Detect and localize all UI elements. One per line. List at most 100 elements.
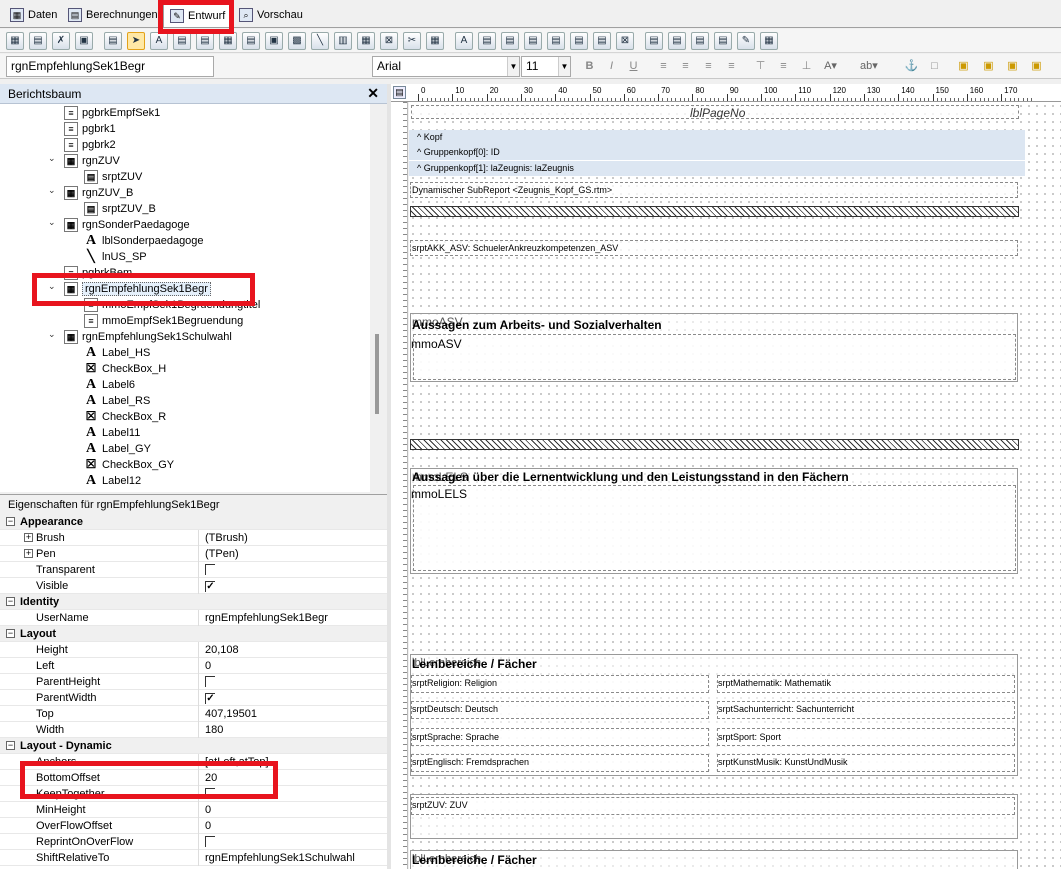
property-row[interactable]: OverFlowOffset 0: [0, 818, 387, 834]
property-value[interactable]: 20,108: [205, 644, 239, 656]
tree-item[interactable]: ≡ mmoEmpfSek1Begruendungtitel: [84, 297, 260, 313]
chevron-down-icon[interactable]: ⌄: [48, 217, 58, 228]
subreport-mathematik[interactable]: srptMathematik: Mathematik: [717, 675, 1015, 693]
property-category[interactable]: − Identity: [0, 594, 387, 610]
property-category[interactable]: − Layout: [0, 626, 387, 642]
align-right-button[interactable]: ≡: [700, 58, 717, 75]
tree-item[interactable]: A Label12: [84, 473, 141, 489]
tree-item[interactable]: ≡ mmoEmpfSek1Begruendung: [84, 313, 243, 329]
page-break-bar[interactable]: [410, 439, 1019, 450]
subreport-deutsch[interactable]: srptDeutsch: Deutsch: [411, 701, 709, 719]
property-value[interactable]: 0: [205, 804, 211, 816]
collapse-icon[interactable]: −: [6, 517, 15, 526]
property-value[interactable]: 407,19501: [205, 708, 257, 720]
region-icon[interactable]: ▤: [547, 32, 565, 50]
border-button[interactable]: □: [926, 58, 943, 75]
property-row[interactable]: + Pen (TPen): [0, 546, 387, 562]
variable-icon[interactable]: ▤: [714, 32, 732, 50]
checked-icon[interactable]: ✓: [205, 693, 215, 704]
subreport-religion[interactable]: srptReligion: Religion: [411, 675, 709, 693]
page-break-bar[interactable]: [410, 206, 1019, 217]
align-left-button[interactable]: ≡: [655, 58, 672, 75]
subreport-sprache[interactable]: srptSprache: Sprache: [411, 728, 709, 746]
print-icon[interactable]: ▤: [29, 32, 47, 50]
align-center-button[interactable]: ≡: [677, 58, 694, 75]
design-canvas[interactable]: lblPageNo ^ Kopf ^ Gruppenkopf[0]: ID ^ …: [409, 102, 1061, 869]
property-row[interactable]: ShiftRelativeTo rgnEmpfehlungSek1Schulwah…: [0, 850, 387, 866]
subreport-englisch[interactable]: srptEnglisch: Fremdsprachen: [411, 754, 709, 772]
bring-forward-icon[interactable]: ▣: [1004, 58, 1021, 75]
subreport-sport[interactable]: srptSport: Sport: [717, 728, 1015, 746]
subreport-icon[interactable]: ▥: [334, 32, 352, 50]
property-value[interactable]: (TPen): [205, 548, 239, 560]
lernbereich-title[interactable]: Lernbereiche / Fächer: [412, 657, 537, 671]
barcode-icon[interactable]: ▦: [357, 32, 375, 50]
property-value[interactable]: rgnEmpfehlungSek1Schulwahl: [205, 852, 355, 864]
ruler-menu-icon[interactable]: ▤: [393, 86, 406, 99]
property-value[interactable]: ✓: [205, 692, 215, 704]
unchecked-icon[interactable]: [205, 564, 215, 575]
data-icon[interactable]: ▤: [645, 32, 663, 50]
asv-title[interactable]: Aussagen zum Arbeits- und Sozialverhalte…: [412, 318, 662, 332]
component-name-field[interactable]: rgnEmpfehlungSek1Begr: [6, 56, 214, 77]
property-row[interactable]: ParentWidth ✓: [0, 690, 387, 706]
tree-item[interactable]: ▦ rgnSonderPaedagoge: [64, 217, 190, 233]
group-icon[interactable]: ▤: [524, 32, 542, 50]
scroll-thumb[interactable]: [375, 334, 379, 414]
tab-berechnungen[interactable]: ▤ Berechnungen: [62, 4, 164, 26]
property-row[interactable]: UserName rgnEmpfehlungSek1Begr: [0, 610, 387, 626]
collapse-icon[interactable]: −: [6, 741, 15, 750]
region-lels[interactable]: mmoLELS Aussagen über die Lernentwicklun…: [410, 468, 1018, 574]
crosstab-icon[interactable]: ✂: [403, 32, 421, 50]
tree-item[interactable]: A Label_RS: [84, 393, 150, 409]
memo-asv[interactable]: mmoASV: [411, 334, 1016, 380]
property-row[interactable]: ParentHeight: [0, 674, 387, 690]
property-value[interactable]: ✓: [205, 580, 215, 592]
label-icon[interactable]: A: [455, 32, 473, 50]
close-icon[interactable]: ✕: [367, 85, 379, 102]
property-value[interactable]: [205, 788, 215, 802]
unchecked-icon[interactable]: [205, 788, 215, 799]
tree-scrollbar[interactable]: [370, 104, 387, 492]
tree-item[interactable]: ╲ lnUS_SP: [84, 249, 147, 265]
property-row[interactable]: MinHeight 0: [0, 802, 387, 818]
pen-icon[interactable]: ✎: [737, 32, 755, 50]
justify-button[interactable]: ≡: [723, 58, 740, 75]
dbcalc-icon[interactable]: ▤: [691, 32, 709, 50]
tree-item[interactable]: A Label_HS: [84, 345, 150, 361]
align-bottom-button[interactable]: ⊥: [798, 58, 815, 75]
property-row[interactable]: BottomOffset 20: [0, 770, 387, 786]
band-gruppenkopf-0[interactable]: ^ Gruppenkopf[0]: ID: [409, 145, 1025, 160]
font-size-select[interactable]: 11 ▼: [521, 56, 571, 77]
region-lernbereiche-2[interactable]: lblLernbereich Lernbereiche / Fächer: [410, 850, 1018, 869]
underline-button[interactable]: U: [625, 58, 642, 75]
property-row[interactable]: Height 20,108: [0, 642, 387, 658]
property-row[interactable]: ReprintOnOverFlow: [0, 834, 387, 850]
region-asv[interactable]: mmoASV Aussagen zum Arbeits- und Sozialv…: [410, 313, 1018, 382]
tree-item[interactable]: ▦ rgnZUV_B: [64, 185, 133, 201]
paste-icon[interactable]: ▣: [75, 32, 93, 50]
unchecked-icon[interactable]: [205, 676, 215, 687]
bold-button[interactable]: B: [581, 58, 598, 75]
report-tree[interactable]: ≡ pgbrkEmpfSek1 ≡ pgbrk1 ≡ pgbrk2 ⌄ ▦ rgnZUV ▤ srp…: [0, 104, 387, 492]
property-row[interactable]: Top 407,19501: [0, 706, 387, 722]
chevron-down-icon[interactable]: ⌄: [48, 329, 58, 340]
tab-entwurf[interactable]: ✎ Entwurf: [163, 3, 233, 27]
page-icon[interactable]: ▤: [570, 32, 588, 50]
property-row[interactable]: Transparent: [0, 562, 387, 578]
tree-item[interactable]: ▦ rgnZUV: [64, 153, 120, 169]
chevron-down-icon[interactable]: ⌄: [48, 185, 58, 196]
band-gruppenkopf-1[interactable]: ^ Gruppenkopf[1]: laZeugnis: laZeugnis: [409, 161, 1025, 176]
property-value[interactable]: 0: [205, 660, 211, 672]
tree-item[interactable]: ☒ CheckBox_H: [84, 361, 166, 377]
property-value[interactable]: 0: [205, 820, 211, 832]
cut-icon[interactable]: ✗: [52, 32, 70, 50]
tree-item[interactable]: ▦ rgnEmpfehlungSek1Schulwahl: [64, 329, 232, 345]
region-lernbereiche[interactable]: lblLernbereich Lernbereiche / Fächer srp…: [410, 654, 1018, 776]
tree-item[interactable]: ▦ rgnEmpfehlungSek1Begr: [64, 281, 211, 297]
property-value[interactable]: 20: [205, 772, 217, 784]
line-icon[interactable]: ╲: [311, 32, 329, 50]
font-color-button[interactable]: A▾: [822, 58, 839, 75]
label-icon[interactable]: A: [150, 32, 168, 50]
subreport-zuv[interactable]: srptZUV: ZUV: [411, 797, 1015, 815]
